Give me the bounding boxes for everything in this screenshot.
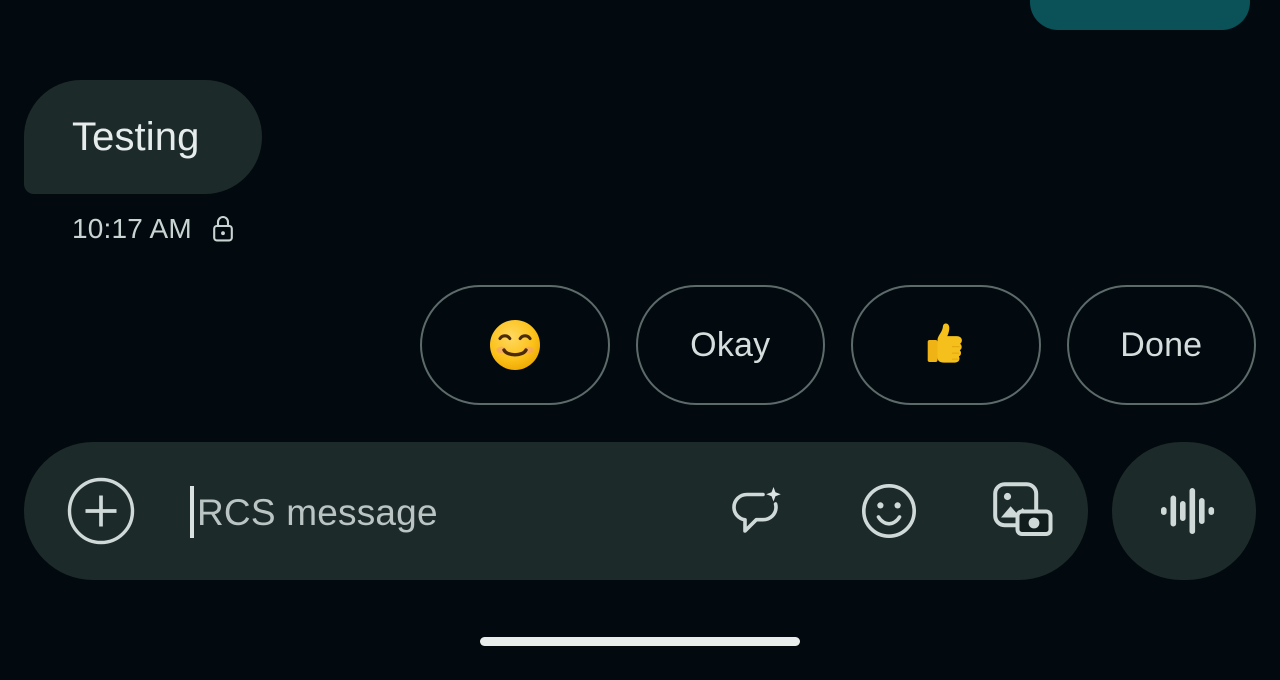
- message-composer: RCS message: [24, 442, 1088, 580]
- emoji-smiley-icon: [858, 480, 920, 542]
- outgoing-message-bubble[interactable]: [1030, 0, 1250, 30]
- magic-compose-icon: [725, 480, 787, 542]
- gallery-camera-icon: [989, 478, 1055, 544]
- magic-compose-button[interactable]: [726, 481, 786, 541]
- thumbs-up-emoji: [917, 316, 975, 374]
- suggestion-chip-okay[interactable]: Okay: [635, 285, 825, 405]
- gallery-button[interactable]: [989, 478, 1055, 544]
- message-meta: 10:17 AM: [72, 210, 236, 248]
- attach-button[interactable]: [66, 476, 136, 546]
- messages-conversation-screen: Testing 10:17 AM Okay Done RCS message: [0, 0, 1280, 680]
- message-input-placeholder: RCS message: [197, 491, 438, 533]
- suggestion-chip-thumbs-up[interactable]: [851, 285, 1041, 405]
- voice-message-button[interactable]: [1112, 442, 1256, 580]
- suggestion-chips: Okay Done: [420, 285, 1256, 405]
- composer-actions: [726, 442, 1055, 580]
- incoming-message-bubble[interactable]: Testing: [24, 80, 262, 194]
- message-input[interactable]: RCS message: [190, 486, 670, 538]
- emoji-button[interactable]: [859, 481, 919, 541]
- lock-icon: [210, 214, 236, 244]
- plus-circle-icon: [66, 476, 136, 546]
- suggestion-chip-done[interactable]: Done: [1066, 285, 1256, 405]
- suggestion-chip-label: Okay: [690, 326, 771, 364]
- suggestion-chip-label: Done: [1120, 326, 1203, 364]
- audio-waveform-icon: [1149, 476, 1219, 546]
- message-timestamp: 10:17 AM: [72, 213, 192, 244]
- text-caret: [190, 486, 194, 538]
- suggestion-chip-smiling-face[interactable]: [420, 285, 610, 405]
- incoming-message-text: Testing: [72, 115, 200, 159]
- home-indicator[interactable]: [480, 637, 800, 646]
- smiling-face-emoji: [487, 317, 543, 373]
